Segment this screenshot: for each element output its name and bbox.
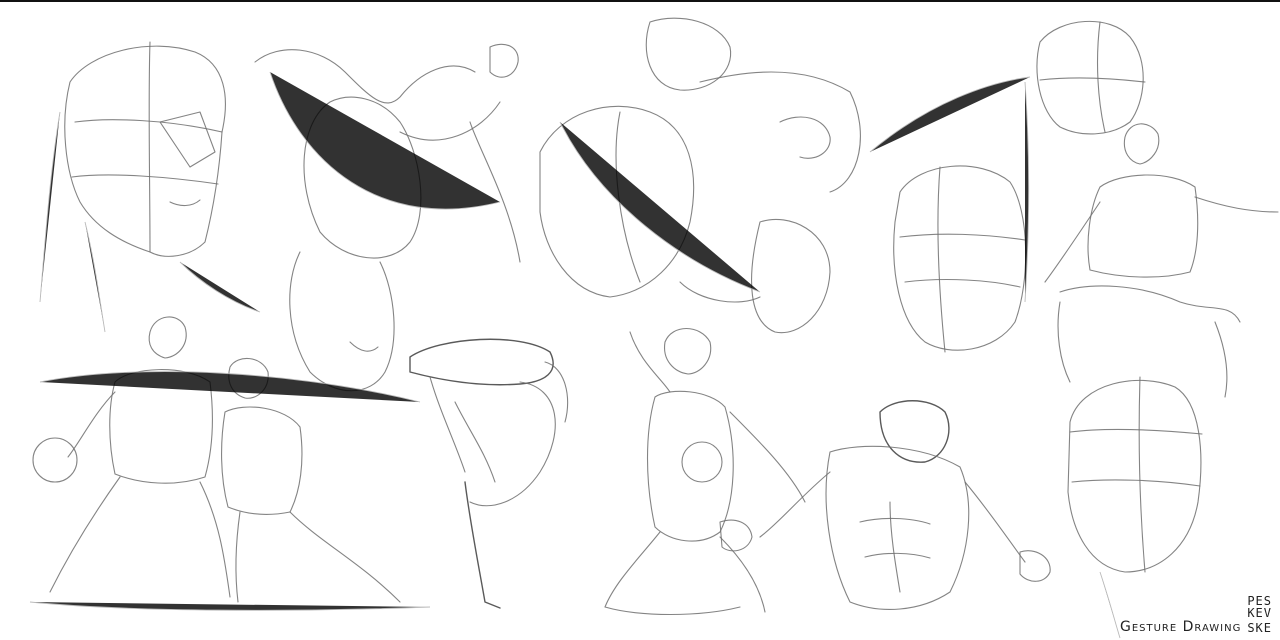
head-sketch-top-right bbox=[1036, 20, 1146, 135]
signature-title: Gesture Drawing bbox=[1119, 619, 1242, 635]
torso-figure-sketch bbox=[719, 400, 1051, 610]
signature-line-2: KEV bbox=[1247, 606, 1272, 620]
artist-signature: PES KEV Gesture Drawing SKE bbox=[1120, 595, 1272, 634]
signature-row: Gesture Drawing SKE bbox=[1120, 619, 1272, 634]
seated-figure-sketch bbox=[1044, 123, 1279, 398]
basketball-figures-sketch bbox=[29, 316, 431, 611]
kicking-figure-sketch bbox=[409, 338, 569, 609]
head-sketch-left bbox=[39, 41, 261, 333]
crouching-figure-sketch bbox=[254, 43, 521, 392]
sketch-canvas bbox=[0, 2, 1280, 640]
head-sketch-center-right bbox=[869, 76, 1031, 353]
signature-line-3: SKE bbox=[1247, 621, 1272, 635]
reclining-figure-sketch bbox=[539, 17, 861, 334]
kneeling-figure-sketch bbox=[604, 328, 806, 616]
